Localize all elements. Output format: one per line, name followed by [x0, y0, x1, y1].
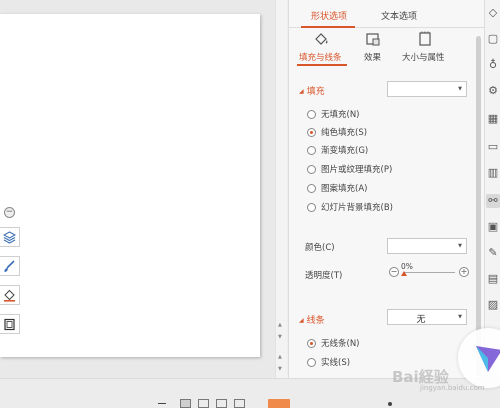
radio-icon: [307, 202, 316, 212]
transparency-slider[interactable]: − 0% +: [389, 262, 471, 280]
fill-section-header[interactable]: ◢ 填充: [299, 84, 325, 97]
slide-page[interactable]: [0, 14, 260, 357]
animation-icon[interactable]: ♁: [486, 58, 500, 72]
radio-pattern-fill[interactable]: 图案填充(A): [307, 182, 367, 194]
size-properties-icon[interactable]: [417, 31, 433, 51]
radio-icon: [307, 109, 316, 119]
line-type-dropdown[interactable]: 无 ▼: [387, 309, 467, 325]
radio-solid-fill[interactable]: 纯色填充(S): [307, 126, 367, 138]
chevron-down-icon: ▼: [458, 86, 462, 92]
text-box-icon[interactable]: ▭: [486, 140, 500, 154]
radio-checked-icon: [307, 127, 316, 137]
collapse-triangle-icon: ◢: [299, 317, 304, 324]
active-subtab-indicator: [297, 64, 347, 66]
right-sidebar-toolbar: ◇ ▢ ♁ ⚙ ▦ ▭ ▥ ⚯ ▣ ✎ ▤ ▨: [484, 0, 500, 378]
scroll-down-arrow-icon[interactable]: ▼: [278, 334, 282, 340]
fill-bucket-icon[interactable]: [0, 285, 20, 305]
fill-section-title: 填充: [306, 87, 325, 97]
format-task-pane: 形状选项 文本选项 填充与线条 效果 大小与属性 ◢ 填充 ▼ 无填充(N) 纯色…: [288, 0, 484, 378]
tab-shape-options[interactable]: 形状选项: [311, 9, 347, 22]
subtab-size-properties[interactable]: 大小与属性: [402, 51, 445, 63]
watermark-subtext: jingyan.baidu.com: [420, 384, 485, 392]
radio-checked-icon: [307, 338, 316, 348]
pane-scrollbar[interactable]: [475, 30, 483, 378]
shape-icon[interactable]: ◇: [486, 6, 500, 20]
radio-icon: [307, 164, 316, 174]
page-down-icon[interactable]: ▼: [278, 366, 282, 372]
picture-icon[interactable]: ▨: [486, 298, 500, 312]
table-icon[interactable]: ▦: [486, 112, 500, 126]
notes-view-icon[interactable]: [234, 399, 245, 408]
zoom-dot-icon[interactable]: [388, 402, 392, 406]
scroll-up-arrow-icon[interactable]: ▲: [278, 322, 282, 328]
radio-icon: [307, 145, 316, 155]
radio-no-fill[interactable]: 无填充(N): [307, 108, 360, 120]
outline-icon[interactable]: [0, 314, 20, 334]
collapse-triangle-icon: ◢: [299, 88, 304, 95]
effects-icon[interactable]: [365, 31, 381, 51]
brush-icon[interactable]: [0, 256, 20, 276]
fill-bucket-icon[interactable]: [313, 31, 329, 51]
watermark-logo: [458, 328, 500, 388]
active-tab-indicator: [301, 26, 355, 28]
page-up-icon[interactable]: ▲: [278, 354, 282, 360]
chevron-down-icon: ▼: [458, 243, 462, 249]
property-icon[interactable]: ⚯: [486, 194, 500, 208]
reading-view-icon[interactable]: [216, 399, 227, 408]
radio-picture-texture-fill[interactable]: 图片或纹理填充(P): [307, 163, 392, 175]
radio-solid-line[interactable]: 实线(S): [307, 356, 350, 368]
slider-thumb[interactable]: [401, 271, 407, 276]
pane-scrollbar-thumb[interactable]: [476, 36, 481, 376]
radio-slide-background-fill[interactable]: 幻灯片背景填充(B): [307, 201, 393, 213]
radio-no-line[interactable]: 无线条(N): [307, 337, 360, 349]
transparency-value: 0%: [401, 262, 413, 271]
subtab-fill-line[interactable]: 填充与线条: [299, 51, 342, 63]
chevron-down-icon: ▼: [458, 314, 462, 320]
comment-icon[interactable]: ▤: [486, 272, 500, 286]
layer-icon[interactable]: [0, 227, 20, 247]
line-type-value: 无: [416, 315, 426, 325]
edit-icon[interactable]: ✎: [486, 246, 500, 260]
slider-track[interactable]: [403, 272, 455, 273]
template-icon[interactable]: ▢: [486, 32, 500, 46]
decrease-icon[interactable]: −: [389, 267, 399, 277]
subtab-effects[interactable]: 效果: [364, 51, 381, 63]
canvas-vertical-scrollbar[interactable]: ▲ ▼ ▲ ▼: [275, 0, 287, 378]
editing-canvas: −: [0, 0, 275, 378]
radio-icon: [307, 357, 316, 367]
color-dropdown[interactable]: ▼: [387, 238, 467, 254]
normal-view-icon[interactable]: [180, 399, 191, 408]
color-label: 颜色(C): [305, 243, 335, 253]
pane-tab-bar: 形状选项 文本选项: [289, 0, 484, 28]
play-slideshow-button[interactable]: [268, 399, 290, 408]
transparency-label: 透明度(T): [305, 271, 343, 281]
line-section-title: 线条: [306, 316, 325, 326]
collapse-toolbar-button[interactable]: −: [4, 207, 15, 218]
fill-type-dropdown[interactable]: ▼: [387, 81, 467, 97]
settings-icon[interactable]: ⚙: [486, 84, 500, 98]
line-section-header[interactable]: ◢ 线条: [299, 313, 325, 326]
minus-icon[interactable]: [158, 403, 166, 404]
tab-text-options[interactable]: 文本选项: [381, 9, 417, 22]
copy-icon[interactable]: ▣: [486, 220, 500, 234]
slide-sorter-view-icon[interactable]: [198, 399, 209, 408]
radio-icon: [307, 183, 316, 193]
chart-icon[interactable]: ▥: [486, 166, 500, 180]
radio-gradient-fill[interactable]: 渐变填充(G): [307, 144, 368, 156]
increase-icon[interactable]: +: [459, 267, 469, 277]
